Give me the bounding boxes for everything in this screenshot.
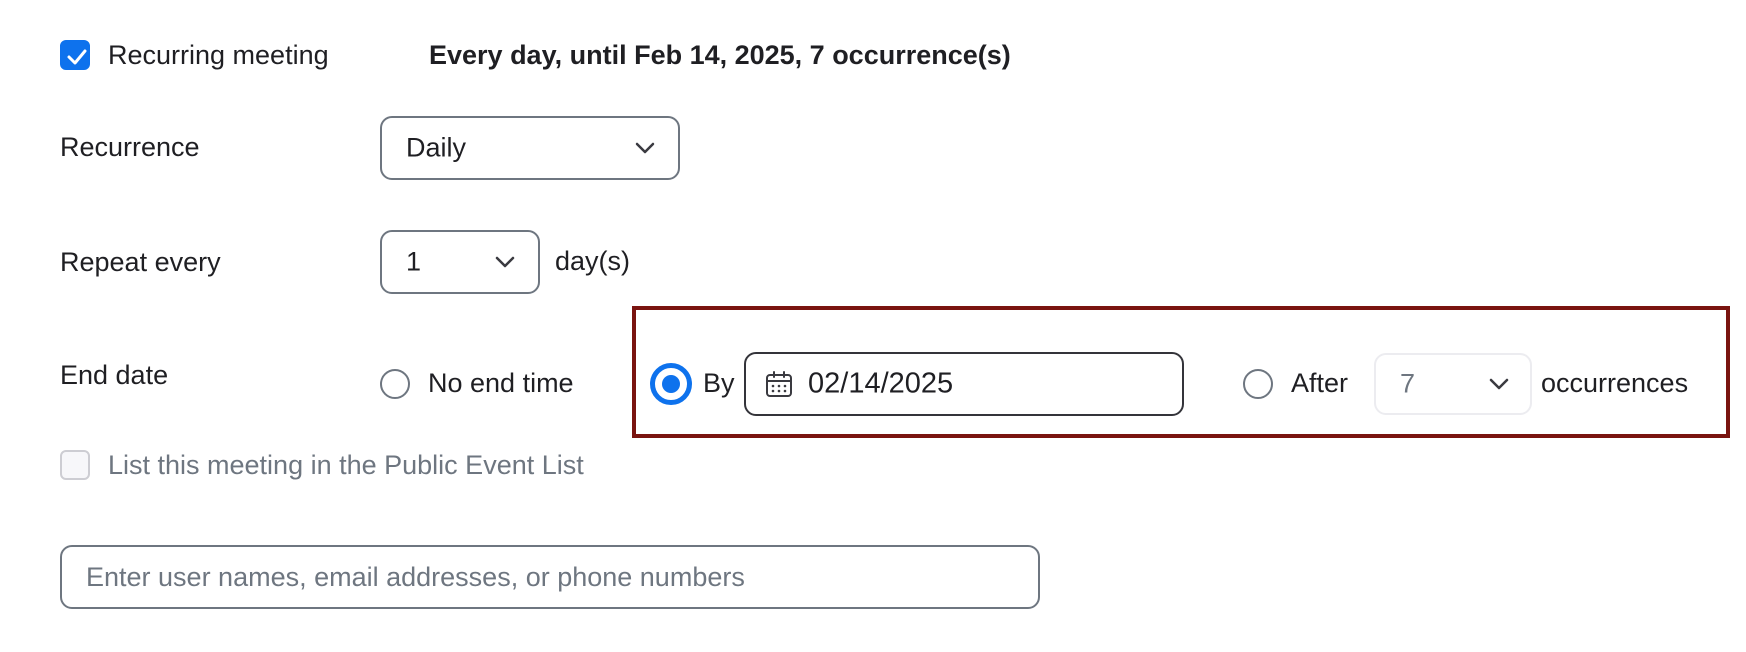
occurrences-value: 7 bbox=[1400, 368, 1416, 399]
recurring-meeting-label[interactable]: Recurring meeting bbox=[108, 38, 329, 72]
occurrences-select[interactable]: 7 bbox=[1374, 353, 1532, 415]
invitees-input[interactable] bbox=[60, 545, 1040, 609]
end-date-label: End date bbox=[60, 360, 169, 390]
end-by-radio[interactable] bbox=[650, 363, 692, 405]
end-date-value: 02/14/2025 bbox=[808, 367, 954, 400]
chevron-down-icon bbox=[495, 256, 515, 268]
chevron-down-icon bbox=[635, 142, 655, 154]
no-end-time-radio[interactable] bbox=[380, 369, 410, 399]
recurrence-value: Daily bbox=[406, 132, 467, 163]
end-by-label[interactable]: By bbox=[703, 366, 735, 400]
repeat-every-label: Repeat every bbox=[60, 247, 221, 277]
end-date-input[interactable]: 02/14/2025 bbox=[744, 352, 1184, 416]
repeat-every-value: 1 bbox=[406, 246, 422, 277]
end-after-label[interactable]: After bbox=[1291, 366, 1348, 400]
repeat-unit-label: day(s) bbox=[555, 246, 631, 276]
repeat-every-select[interactable]: 1 bbox=[380, 230, 540, 294]
recurrence-select[interactable]: Daily bbox=[380, 116, 680, 180]
end-after-radio[interactable] bbox=[1243, 369, 1273, 399]
public-event-list-label[interactable]: List this meeting in the Public Event Li… bbox=[108, 448, 584, 482]
no-end-time-label[interactable]: No end time bbox=[428, 366, 574, 400]
chevron-down-icon bbox=[1489, 378, 1509, 390]
recurrence-label: Recurrence bbox=[60, 132, 200, 162]
calendar-icon[interactable] bbox=[764, 369, 794, 399]
check-icon bbox=[67, 49, 87, 65]
public-event-list-checkbox[interactable] bbox=[60, 450, 90, 480]
recurring-meeting-checkbox[interactable] bbox=[60, 40, 90, 70]
occurrences-label: occurrences bbox=[1541, 368, 1689, 398]
recurrence-summary: Every day, until Feb 14, 2025, 7 occurre… bbox=[429, 40, 1011, 70]
